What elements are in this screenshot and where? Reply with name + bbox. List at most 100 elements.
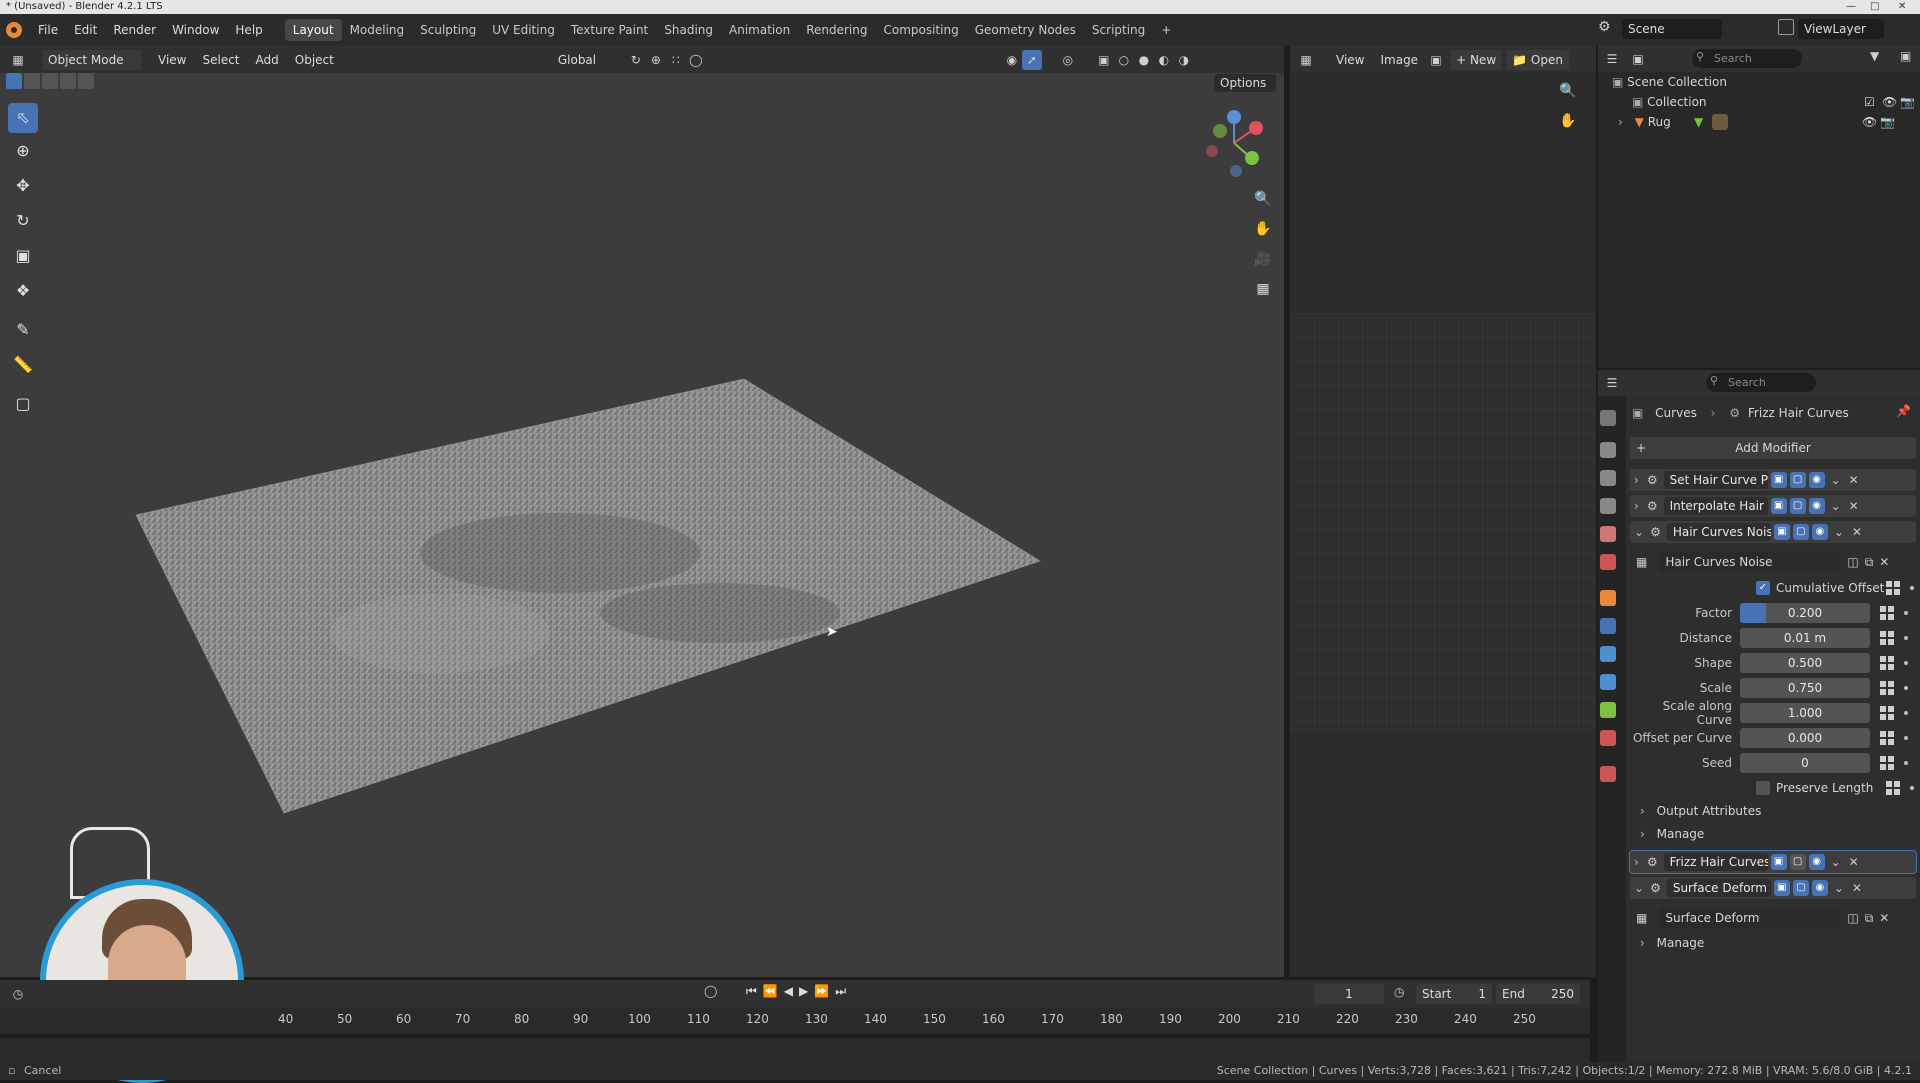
wireframe-shading-icon[interactable]: ○ [1114, 50, 1134, 70]
node-group-selector[interactable]: ▦ Hair Curves Noise ◫ ⧉ ✕ [1636, 552, 1912, 572]
outliner-search[interactable]: Search [1692, 49, 1802, 68]
surface-node-group-name[interactable]: Surface Deform [1659, 908, 1840, 928]
manage-panel-2[interactable]: › Manage [1640, 934, 1704, 952]
viewport-menu-select[interactable]: Select [194, 49, 247, 71]
remove-modifier-icon[interactable]: ✕ [1849, 499, 1859, 513]
end-frame-field[interactable]: End 250 [1496, 984, 1580, 1004]
modifier-name[interactable]: Surface Deform [1666, 879, 1771, 897]
node-socket-icon[interactable] [1880, 731, 1894, 745]
expand-chevron-icon[interactable]: › [1634, 855, 1639, 869]
node-socket-icon[interactable] [1886, 581, 1900, 595]
editmode-icon[interactable]: ▣ [1773, 524, 1790, 540]
expand-chevron-icon[interactable]: › [1634, 499, 1639, 513]
editmode-icon[interactable]: ▣ [1773, 880, 1790, 896]
editmode-icon[interactable]: ▣ [1770, 472, 1787, 488]
current-frame-field[interactable]: 1 [1314, 984, 1384, 1004]
snap-target-icon[interactable]: ∷ [666, 50, 686, 70]
fake-user-icon[interactable]: ◫ [1847, 911, 1858, 925]
keyframe-dot-icon[interactable] [1904, 661, 1908, 665]
properties-type-icon[interactable]: ☰ [1602, 373, 1622, 393]
render-display-icon[interactable]: ◉ [1808, 498, 1825, 514]
collapse-chevron-icon[interactable]: ⌄ [1634, 881, 1644, 895]
constraints-properties-icon[interactable] [1600, 674, 1616, 690]
menu-help[interactable]: Help [227, 19, 270, 41]
xray-icon[interactable]: ▣ [1094, 50, 1114, 70]
tab-layout[interactable]: Layout [284, 19, 342, 41]
remove-modifier-icon[interactable]: ✕ [1849, 855, 1859, 869]
pin-icon[interactable]: 📌 [1896, 404, 1911, 418]
collection-checkbox-icon[interactable]: ☑ [1864, 92, 1875, 112]
tab-compositing[interactable]: Compositing [875, 19, 966, 41]
keyframe-dot-icon[interactable] [1904, 761, 1908, 765]
rug-hair-mesh[interactable] [0, 73, 1284, 977]
collection-visibility-icon[interactable]: 👁 [1882, 92, 1897, 112]
unlink-icon[interactable]: ✕ [1879, 911, 1889, 925]
modifier-name[interactable]: Interpolate Hair C... [1663, 497, 1768, 515]
jump-end-icon[interactable]: ⏭ [835, 984, 852, 998]
remove-modifier-icon[interactable]: ✕ [1849, 473, 1859, 487]
collapse-chevron-icon[interactable]: ⌄ [1634, 525, 1644, 539]
scene-selector[interactable]: Scene [1622, 19, 1722, 39]
overlay-icon[interactable]: ◎ [1058, 50, 1078, 70]
factor-field[interactable]: 0.200 [1740, 603, 1870, 623]
duplicate-icon[interactable]: ⧉ [1865, 911, 1874, 926]
expand-chevron-icon[interactable]: › [1634, 473, 1639, 487]
play-reverse-icon[interactable]: ◀ [784, 984, 799, 998]
render-display-icon[interactable]: ◉ [1811, 524, 1828, 540]
new-image-button[interactable]: + New [1450, 49, 1503, 70]
properties-search[interactable]: Search [1706, 373, 1816, 392]
modifier-name[interactable]: Set Hair Curve Pro... [1663, 471, 1768, 489]
keyframe-dot-icon[interactable] [1904, 736, 1908, 740]
open-image-button[interactable]: 📁 Open [1506, 49, 1569, 70]
expand-chevron-icon[interactable]: › [1618, 115, 1623, 129]
material-properties-icon[interactable] [1600, 730, 1616, 746]
transform-orientation[interactable]: Global [551, 49, 626, 70]
mode-selector[interactable]: Object Mode [42, 49, 142, 70]
prev-keyframe-icon[interactable]: ⏪ [763, 984, 784, 998]
seed-field[interactable]: 0 [1740, 753, 1870, 773]
modifier-name[interactable]: Frizz Hair Curves [1663, 853, 1768, 871]
tab-sculpting[interactable]: Sculpting [412, 19, 484, 41]
remove-modifier-icon[interactable]: ✕ [1852, 881, 1862, 895]
tab-geometry-nodes[interactable]: Geometry Nodes [967, 19, 1084, 41]
viewport-display-icon[interactable]: ▢ [1792, 880, 1809, 896]
distance-field[interactable]: 0.01 m [1740, 628, 1870, 648]
collection-render-icon[interactable]: 📷 [1900, 92, 1915, 112]
node-socket-icon[interactable] [1880, 756, 1894, 770]
editmode-icon[interactable]: ▣ [1770, 854, 1787, 870]
viewport-display-icon[interactable]: ▢ [1792, 524, 1809, 540]
image-editor-canvas[interactable]: 🔍 ✋ [1290, 73, 1596, 977]
modifier-set-hair-curve[interactable]: › ⚙ Set Hair Curve Pro... ▣ ▢ ◉ ⌄ ✕ [1630, 469, 1916, 491]
viewport-display-icon[interactable]: ▢ [1789, 854, 1806, 870]
modifier-name[interactable]: Hair Curves Noise [1666, 523, 1771, 541]
add-workspace-icon[interactable]: + [1153, 19, 1179, 41]
viewport-display-icon[interactable]: ▢ [1789, 498, 1806, 514]
next-keyframe-icon[interactable]: ⏩ [814, 984, 835, 998]
tool-properties-icon[interactable] [1600, 410, 1616, 426]
minimize-icon[interactable]: — [1846, 0, 1856, 14]
tab-scripting[interactable]: Scripting [1084, 19, 1153, 41]
image-pan-icon[interactable]: ✋ [1556, 109, 1580, 133]
pivot-icon[interactable]: ↻ [626, 50, 646, 70]
tab-texture-paint[interactable]: Texture Paint [563, 19, 656, 41]
preview-range-icon[interactable]: ◷ [1394, 985, 1404, 999]
render-display-icon[interactable]: ◉ [1811, 880, 1828, 896]
physics-properties-icon[interactable] [1600, 646, 1616, 662]
menu-file[interactable]: File [30, 19, 66, 41]
node-socket-icon[interactable] [1880, 681, 1894, 695]
editmode-icon[interactable]: ▣ [1770, 498, 1787, 514]
image-zoom-icon[interactable]: 🔍 [1556, 79, 1580, 103]
auto-keying-icon[interactable]: ◯ [704, 984, 717, 998]
menu-window[interactable]: Window [164, 19, 227, 41]
rendered-shading-icon[interactable]: ◑ [1174, 50, 1194, 70]
solid-shading-icon[interactable]: ● [1134, 50, 1154, 70]
tab-animation[interactable]: Animation [721, 19, 798, 41]
node-socket-icon[interactable] [1880, 631, 1894, 645]
cumulative-offset-checkbox[interactable]: ✓ [1756, 581, 1770, 595]
object-properties-icon[interactable] [1600, 590, 1616, 606]
dropdown-chevron-icon[interactable]: ⌄ [1831, 473, 1841, 487]
scale-field[interactable]: 0.750 [1740, 678, 1870, 698]
visibility-icon[interactable]: ◉ [1002, 50, 1022, 70]
world-properties-icon[interactable] [1600, 554, 1616, 570]
keyframe-dot-icon[interactable] [1910, 586, 1914, 590]
